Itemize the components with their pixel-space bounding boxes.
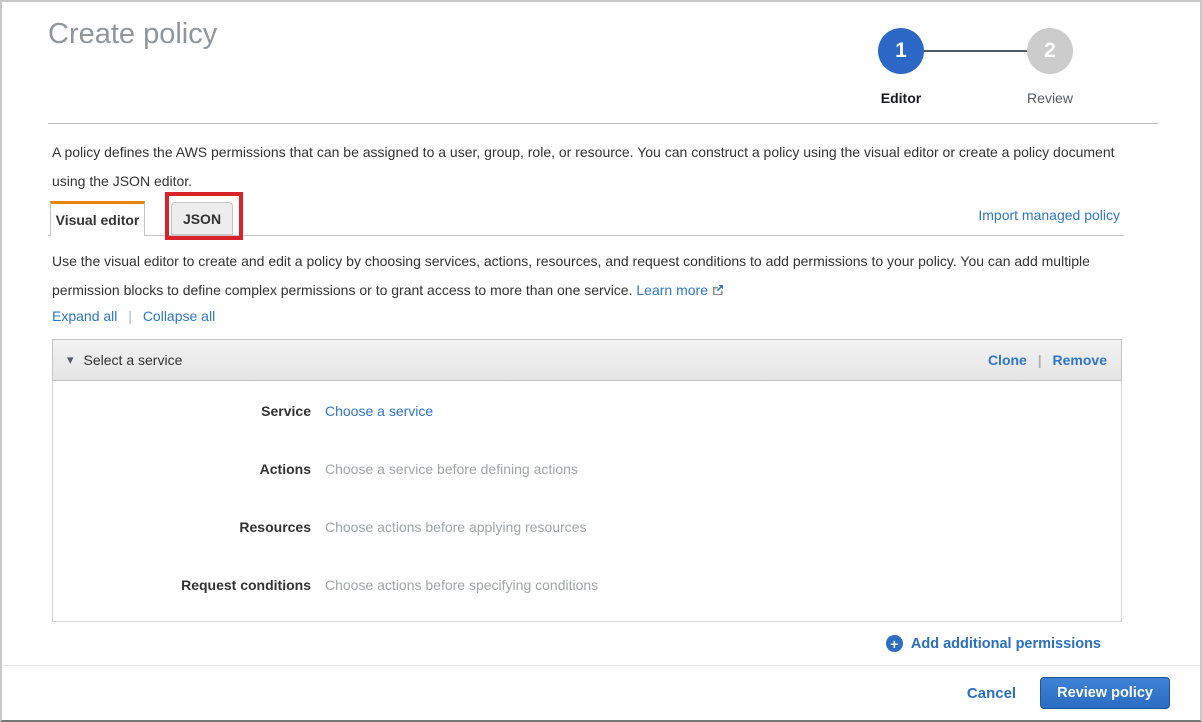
service-row: Service Choose a service: [53, 403, 1121, 419]
step-1-number: 1: [895, 39, 907, 63]
expand-collapse-toolbar: Expand all | Collapse all: [52, 308, 215, 324]
collapse-all-link[interactable]: Collapse all: [143, 308, 215, 324]
step-2-review-circle: 2: [1027, 28, 1073, 74]
tabbar-divider: [48, 235, 1124, 236]
tab-json[interactable]: JSON: [171, 202, 233, 235]
permission-block-actions: Clone | Remove: [988, 352, 1107, 368]
create-policy-page: Create policy 1 2 Editor Review A policy…: [0, 0, 1202, 722]
page-title: Create policy: [48, 18, 217, 51]
review-policy-button[interactable]: Review policy: [1040, 677, 1170, 709]
cancel-button[interactable]: Cancel: [967, 685, 1016, 702]
footer-bar: Cancel Review policy: [2, 666, 1200, 720]
clone-link[interactable]: Clone: [988, 352, 1027, 368]
external-link-icon: [712, 277, 724, 306]
add-additional-permissions-label: Add additional permissions: [911, 636, 1101, 652]
step-connector-line: [924, 50, 1027, 52]
tab-json-label: JSON: [183, 211, 221, 227]
actions-row: Actions Choose a service before defining…: [53, 461, 1121, 477]
step-2-number: 2: [1044, 39, 1056, 63]
resources-placeholder: Choose actions before applying resources: [325, 519, 587, 535]
expand-all-link[interactable]: Expand all: [52, 308, 117, 324]
request-conditions-placeholder: Choose actions before specifying conditi…: [325, 577, 598, 593]
permission-block-body: Service Choose a service Actions Choose …: [52, 381, 1122, 622]
visual-editor-help-text: Use the visual editor to create and edit…: [52, 253, 1090, 298]
actions-placeholder: Choose a service before defining actions: [325, 461, 578, 477]
request-conditions-row: Request conditions Choose actions before…: [53, 577, 1121, 593]
actions-separator: |: [1038, 352, 1042, 368]
intro-text: A policy defines the AWS permissions tha…: [52, 138, 1124, 196]
learn-more-link[interactable]: Learn more: [636, 282, 708, 298]
resources-label: Resources: [53, 519, 311, 535]
step-1-label: Editor: [851, 90, 951, 106]
tab-visual-editor[interactable]: Visual editor: [50, 201, 145, 236]
request-conditions-label: Request conditions: [53, 577, 311, 593]
import-managed-policy-link[interactable]: Import managed policy: [978, 207, 1120, 223]
toolbar-separator: |: [128, 308, 132, 324]
resources-row: Resources Choose actions before applying…: [53, 519, 1121, 535]
permission-block-title: Select a service: [84, 352, 183, 368]
header-divider: [48, 123, 1158, 124]
service-label: Service: [53, 403, 311, 419]
remove-link[interactable]: Remove: [1053, 352, 1107, 368]
visual-editor-help: Use the visual editor to create and edit…: [52, 247, 1102, 306]
permission-block-panel: ▾ Select a service Clone | Remove Servic…: [52, 339, 1122, 622]
choose-service-link[interactable]: Choose a service: [325, 403, 433, 419]
add-additional-permissions-button[interactable]: + Add additional permissions: [886, 635, 1101, 652]
step-1-editor-circle: 1: [878, 28, 924, 74]
actions-label: Actions: [53, 461, 311, 477]
permission-block-header[interactable]: ▾ Select a service Clone | Remove: [52, 339, 1122, 381]
caret-down-icon[interactable]: ▾: [67, 352, 74, 368]
step-2-label: Review: [1000, 90, 1100, 106]
tab-visual-editor-label: Visual editor: [56, 212, 140, 228]
plus-circle-icon: +: [886, 635, 903, 652]
